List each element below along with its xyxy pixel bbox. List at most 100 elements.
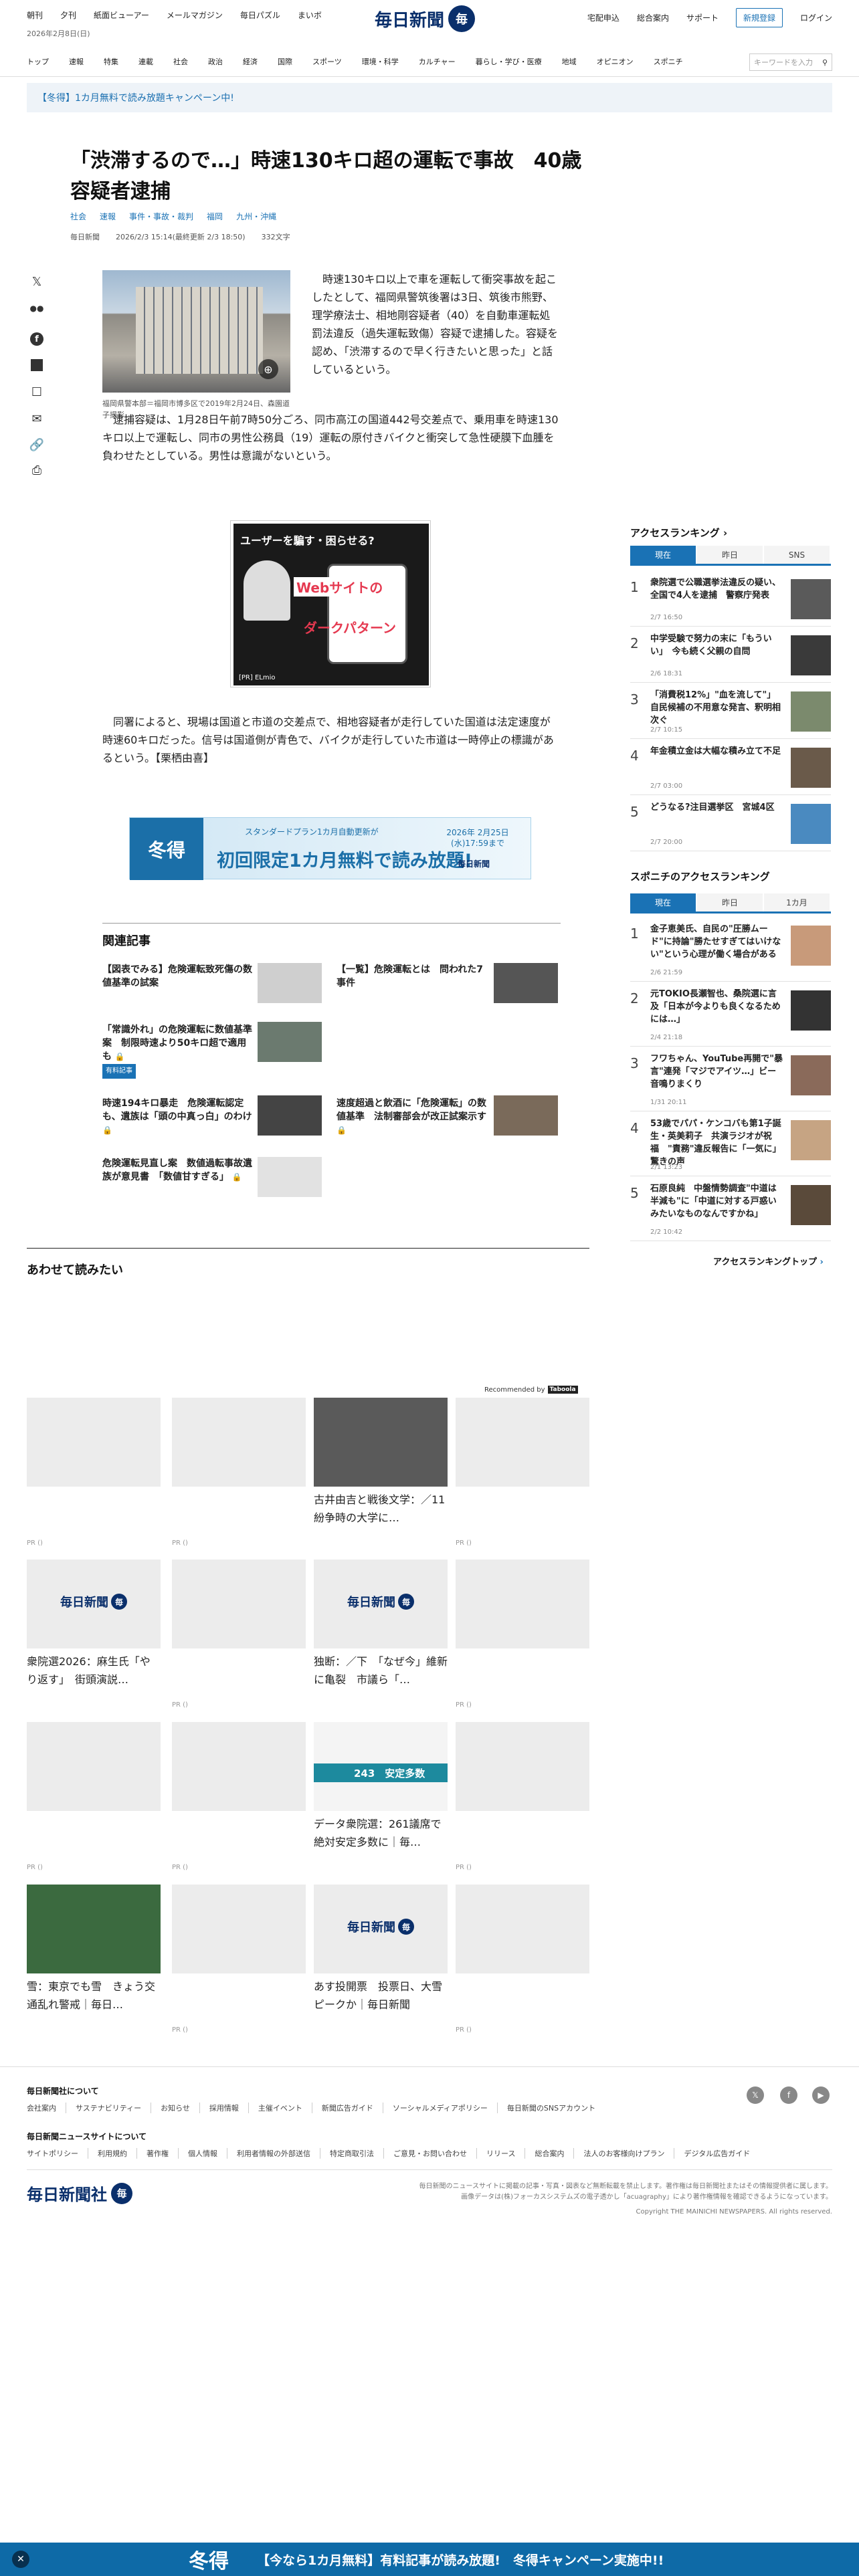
footer-logo[interactable]: 毎日新聞社 毎: [27, 2181, 132, 2205]
related-item-5[interactable]: 速度超過と飲酒に「危険運転」の数値基準 法制審部会が改正試案示す 🔒: [337, 1097, 487, 1137]
top-link-puzzle[interactable]: 毎日パズル: [240, 9, 280, 21]
recommend-title[interactable]: 衆院選2026：麻生氏「やり返す」 街頭演説…: [27, 1652, 161, 1689]
nav-top[interactable]: トップ: [27, 56, 49, 67]
related-item-2[interactable]: 【一覧】危険運転とは 問われた7事件: [337, 963, 487, 990]
sp-tab-yesterday[interactable]: 昨日: [697, 893, 763, 911]
bookmark-icon[interactable]: ☐: [28, 383, 45, 401]
tab-sns[interactable]: SNS: [764, 546, 830, 564]
footer-link[interactable]: 個人情報: [179, 2148, 227, 2159]
nav-world[interactable]: 国際: [278, 56, 292, 67]
nav-society[interactable]: 社会: [173, 56, 188, 67]
recommend-image[interactable]: [456, 1885, 589, 1973]
category-fukuoka[interactable]: 福岡: [207, 211, 223, 222]
related-thumb-3[interactable]: [258, 1022, 322, 1062]
related-item-6[interactable]: 危険運転見直し案 数値過転事故遺族が意見書 「数値甘すぎる」 🔒: [102, 1157, 253, 1184]
site-logo[interactable]: 毎日新聞 毎: [375, 5, 476, 32]
link-support[interactable]: サポート: [686, 12, 719, 23]
print-icon[interactable]: ⎙: [28, 461, 45, 479]
nav-feature[interactable]: 特集: [104, 56, 118, 67]
category-incident[interactable]: 事件・事故・裁判: [129, 211, 193, 222]
recommend-title[interactable]: 独断：／下 「なぜ今」維新に亀裂 市議ら「…: [314, 1652, 448, 1689]
nav-sponichi[interactable]: スポニチ: [654, 56, 683, 67]
recommend-title[interactable]: データ衆院選：261議席で絶対安定多数に｜毎…: [314, 1815, 448, 1851]
top-link-viewer[interactable]: 紙面ビューアー: [94, 9, 149, 21]
footer-link[interactable]: リリース: [477, 2148, 526, 2159]
facebook-share-icon[interactable]: f: [28, 330, 45, 348]
nav-culture[interactable]: カルチャー: [419, 56, 456, 67]
rank-text[interactable]: どうなる?注目選挙区 宮城4区: [650, 801, 784, 814]
top-link-evening[interactable]: 夕刊: [60, 9, 76, 21]
footer-link[interactable]: 特定商取引法: [320, 2148, 384, 2159]
recommend-title[interactable]: 雪：東京でも雪 きょう交通乱れ警戒｜毎日…: [27, 1977, 161, 2014]
rank-text[interactable]: 衆院選で公職選挙法違反の疑い、全国で4人を逮捕 警察庁発表: [650, 576, 784, 602]
footer-link[interactable]: 新聞広告ガイド: [312, 2103, 383, 2113]
footer-link[interactable]: お知らせ: [151, 2103, 200, 2113]
related-thumb-1[interactable]: [258, 963, 322, 1003]
footer-link[interactable]: 総合案内: [525, 2148, 575, 2159]
nav-opinion[interactable]: オピニオン: [597, 56, 634, 67]
recommend-image[interactable]: [27, 1885, 161, 1973]
tab-yesterday[interactable]: 昨日: [697, 546, 763, 564]
recommend-image[interactable]: [172, 1398, 306, 1487]
recommend-image[interactable]: [27, 1722, 161, 1811]
footer-link[interactable]: デジタル広告ガイド: [674, 2148, 759, 2159]
related-item-4[interactable]: 時速194キロ暴走 危険運転認定も、遺族は「頭の中真っ白」のわけ 🔒: [102, 1097, 253, 1137]
rank-text[interactable]: 金子恵美氏、自民の"圧勝ムード"に持論"勝たせすぎてはいけない"という心理が働く…: [650, 923, 784, 961]
rank-text[interactable]: 石原良純 中盤情勢調査"中道は半減も"に「中道に対する戸惑いみたいなものなんです…: [650, 1182, 784, 1220]
article-photo[interactable]: ⊕: [102, 270, 290, 393]
ranking-title[interactable]: アクセスランキング ›: [630, 526, 727, 540]
rank-thumb[interactable]: [791, 1185, 831, 1225]
footer-link[interactable]: 著作権: [137, 2148, 179, 2159]
footer-link[interactable]: ご意見・お問い合わせ: [384, 2148, 477, 2159]
facebook-social-icon[interactable]: f: [780, 2086, 797, 2104]
login-link[interactable]: ログイン: [800, 12, 832, 23]
rank-thumb[interactable]: [791, 990, 831, 1031]
nav-series[interactable]: 連載: [138, 56, 153, 67]
hatena-share-icon[interactable]: ●●: [28, 300, 45, 317]
footer-link[interactable]: 採用情報: [200, 2103, 249, 2113]
related-thumb-4[interactable]: [258, 1095, 322, 1136]
rank-thumb[interactable]: [791, 804, 831, 844]
register-button[interactable]: 新規登録: [735, 8, 783, 27]
x-share-icon[interactable]: 𝕏: [28, 273, 45, 290]
top-link-maibo[interactable]: まいボ: [298, 9, 322, 21]
recommend-image[interactable]: [456, 1560, 589, 1648]
mail-icon[interactable]: ✉: [28, 410, 45, 427]
recommend-image[interactable]: [172, 1560, 306, 1648]
rank-thumb[interactable]: [791, 748, 831, 788]
related-thumb-2[interactable]: [494, 963, 558, 1003]
rank-text[interactable]: 中学受験で努力の末に「もういい」 今も続く父親の自問: [650, 633, 784, 658]
footer-link[interactable]: サイトポリシー: [27, 2148, 88, 2159]
rank-text[interactable]: 53歳でパパ・ケンコバも第1子誕生・英美莉子 共演ラジオが祝福 "責務"違反報告…: [650, 1117, 784, 1168]
close-icon[interactable]: ✕: [12, 2551, 29, 2568]
related-item-3[interactable]: 「常識外れ」の危険運転に数値基準案 制限時速より50キロ超で適用も 🔒 有料記事: [102, 1023, 253, 1079]
recommend-image[interactable]: [456, 1722, 589, 1811]
footer-link[interactable]: 利用者情報の外部送信: [227, 2148, 320, 2159]
rank-thumb[interactable]: [791, 691, 831, 732]
nav-life[interactable]: 暮らし・学び・医療: [476, 56, 542, 67]
footer-link[interactable]: 毎日新聞のSNSアカウント: [498, 2103, 605, 2113]
search-icon[interactable]: ⚲: [822, 58, 828, 67]
recommend-image[interactable]: [456, 1398, 589, 1487]
rank-thumb[interactable]: [791, 1055, 831, 1095]
zoom-icon[interactable]: ⊕: [258, 359, 278, 379]
recommend-image[interactable]: [27, 1398, 161, 1487]
footer-link[interactable]: ソーシャルメディアポリシー: [383, 2103, 498, 2113]
footer-link[interactable]: 法人のお客様向けプラン: [574, 2148, 675, 2159]
recommend-image[interactable]: 243 安定多数: [314, 1722, 448, 1811]
footer-link[interactable]: 会社案内: [27, 2103, 66, 2113]
youtube-social-icon[interactable]: ▶: [812, 2086, 830, 2104]
nav-breaking[interactable]: 速報: [69, 56, 84, 67]
link-delivery[interactable]: 宅配申込: [587, 12, 619, 23]
recommend-title[interactable]: 古井由吉と戦後文学：／11 紛争時の大学に…: [314, 1491, 456, 1527]
nav-sports[interactable]: スポーツ: [312, 56, 342, 67]
recommend-image[interactable]: [314, 1398, 448, 1487]
sp-tab-now[interactable]: 現在: [630, 893, 696, 911]
nav-economy[interactable]: 経済: [243, 56, 258, 67]
nav-region[interactable]: 地域: [562, 56, 577, 67]
category-kyushu[interactable]: 九州・沖縄: [236, 211, 276, 222]
related-thumb-6[interactable]: [258, 1157, 322, 1197]
nav-science[interactable]: 環境・科学: [362, 56, 399, 67]
x-social-icon[interactable]: 𝕏: [747, 2086, 764, 2104]
winter-campaign-banner[interactable]: 冬得 スタンダードプラン1カ月自動更新が 初回限定1カ月無料で読み放題! 202…: [129, 817, 531, 880]
